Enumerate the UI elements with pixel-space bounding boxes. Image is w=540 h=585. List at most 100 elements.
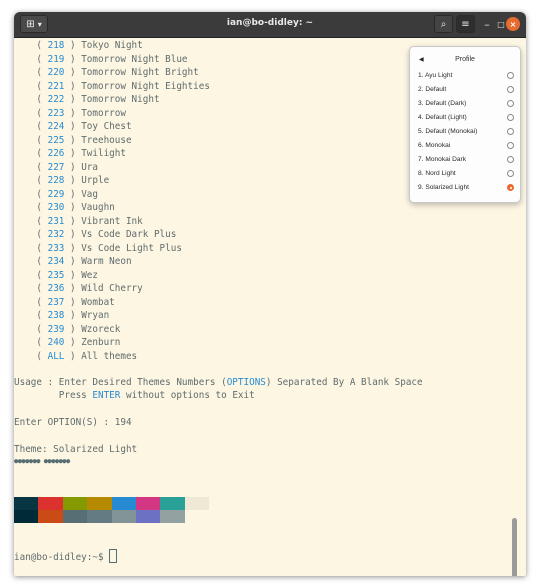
radio-icon[interactable] [507, 100, 514, 107]
theme-list-item: ( 233 ) Vs Code Light Plus [14, 242, 182, 255]
profile-item[interactable]: 9. Solarized Light [418, 181, 514, 194]
theme-name: Toy Chest [81, 121, 132, 132]
theme-name: Tomorrow Night Eighties [81, 80, 210, 92]
paren-close: ) [64, 269, 82, 281]
palette-swatch [111, 510, 136, 523]
menu-button[interactable]: ≡ [456, 15, 475, 33]
radio-icon[interactable] [507, 72, 514, 79]
radio-icon[interactable] [507, 86, 514, 93]
theme-name: Tomorrow [81, 107, 126, 119]
theme-number: ALL [47, 350, 65, 362]
theme-name: Tokyo Night [81, 40, 143, 51]
profile-item[interactable]: 8. Nord Light [418, 167, 514, 180]
theme-name: Vag [81, 188, 98, 200]
paren-close: ) [64, 121, 82, 132]
radio-icon[interactable] [507, 156, 514, 163]
theme-name: Wryan [81, 310, 110, 321]
radio-icon[interactable] [507, 114, 514, 121]
theme-number: 219 [47, 53, 65, 65]
theme-name: Wombat [81, 296, 115, 308]
profile-menu: ◀ Profile 1. Ayu Light 2. Default 3. Defau… [409, 46, 521, 203]
paren-close: ) [64, 323, 82, 335]
close-icon: × [509, 19, 517, 29]
theme-number: 223 [47, 107, 65, 119]
paren-open: ( [14, 80, 48, 92]
theme-list-item: ( 219 ) Tomorrow Night Blue [14, 53, 188, 66]
theme-list-item: ( 235 ) Wez [14, 269, 98, 282]
text-cursor [109, 549, 118, 563]
profile-item-label: 2. Default [418, 86, 447, 93]
profile-menu-title: Profile [455, 56, 475, 63]
theme-name: Vs Code Light Plus [81, 242, 182, 254]
paren-open: ( [14, 161, 48, 173]
profile-item-label: 7. Monokai Dark [418, 156, 467, 163]
theme-number: 236 [47, 283, 65, 294]
theme-number: 224 [47, 121, 65, 132]
profile-item[interactable]: 2. Default [418, 83, 514, 96]
theme-list-item: ( 218 ) Tokyo Night [14, 39, 143, 52]
paren-close: ) [64, 350, 82, 362]
palette-swatch [135, 510, 161, 523]
theme-list-item: ( 230 ) Vaughn [14, 201, 114, 214]
usage-options: OPTIONS [226, 377, 266, 388]
profile-item[interactable]: 4. Default (Light) [418, 111, 514, 124]
press-prefix: Press [14, 390, 93, 401]
theme-name: Warm Neon [81, 256, 132, 267]
press-suffix: without options to Exit [120, 390, 255, 401]
scrollbar[interactable] [512, 518, 517, 576]
theme-list-item: ( 234 ) Warm Neon [14, 255, 132, 268]
paren-open: ( [14, 121, 48, 132]
theme-number: 238 [47, 310, 65, 321]
theme-name: Ura [81, 161, 98, 173]
theme-number: 232 [47, 229, 65, 240]
paren-open: ( [14, 215, 48, 227]
paren-close: ) [64, 310, 82, 321]
profile-item-label: 5. Default (Monokai) [418, 128, 478, 135]
radio-icon[interactable] [507, 170, 514, 177]
minimize-icon: – [484, 17, 490, 31]
theme-list-item: ( 220 ) Tomorrow Night Bright [14, 66, 198, 79]
search-button[interactable]: ⌕ [434, 15, 453, 33]
palette-swatch [14, 497, 39, 510]
usage-prefix: Usage : Enter Desired Themes Numbers ( [14, 377, 227, 388]
radio-icon[interactable] [507, 128, 514, 135]
profile-item[interactable]: 5. Default (Monokai) [418, 125, 514, 138]
paren-close: ) [64, 215, 82, 227]
theme-list-item: ( 223 ) Tomorrow [14, 107, 126, 120]
theme-name: All themes [81, 350, 138, 362]
theme-name: Tomorrow Night [81, 94, 160, 105]
profile-item-label: 9. Solarized Light [418, 184, 469, 191]
prompt-line[interactable]: ian@bo-didley:~$ [14, 549, 118, 563]
paren-open: ( [14, 188, 48, 200]
palette-swatch [87, 497, 112, 510]
press-enter-line: Press ENTER without options to Exit [14, 389, 255, 402]
palette-row-bright [14, 510, 210, 523]
theme-name: Treehouse [81, 134, 132, 146]
profile-item[interactable]: 1. Ayu Light [418, 69, 514, 82]
theme-list-item: ( 221 ) Tomorrow Night Eighties [14, 80, 210, 93]
paren-open: ( [14, 256, 48, 267]
theme-number: 230 [47, 202, 65, 213]
theme-name: Zenburn [81, 337, 121, 348]
theme-number: 225 [47, 134, 65, 146]
radio-icon[interactable] [507, 184, 514, 191]
palette-swatch [14, 510, 39, 523]
profile-item[interactable]: 6. Monokai [418, 139, 514, 152]
paren-close: ) [64, 53, 82, 65]
profile-item[interactable]: 7. Monokai Dark [418, 153, 514, 166]
usage-suffix: ) Separated By A Blank Space [265, 377, 423, 388]
theme-number: 221 [47, 80, 65, 92]
paren-open: ( [14, 283, 48, 294]
theme-name: Wez [81, 269, 98, 281]
theme-list-item: ( 222 ) Tomorrow Night [14, 93, 160, 106]
profile-item[interactable]: 3. Default (Dark) [418, 97, 514, 110]
radio-icon[interactable] [507, 142, 514, 149]
titlebar: ⊞ ▾ ian@bo-didley: ~ ⌕ ≡ – □ × [14, 12, 526, 38]
color-dots: ●●●●●●● ●●●●●●● [14, 457, 70, 465]
theme-name: Tomorrow Night Blue [81, 53, 188, 65]
paren-open: ( [14, 134, 48, 146]
paren-open: ( [14, 323, 48, 335]
close-button[interactable]: × [506, 17, 520, 31]
theme-name-line: Theme: Solarized Light [14, 444, 138, 455]
palette-swatch [87, 510, 112, 523]
